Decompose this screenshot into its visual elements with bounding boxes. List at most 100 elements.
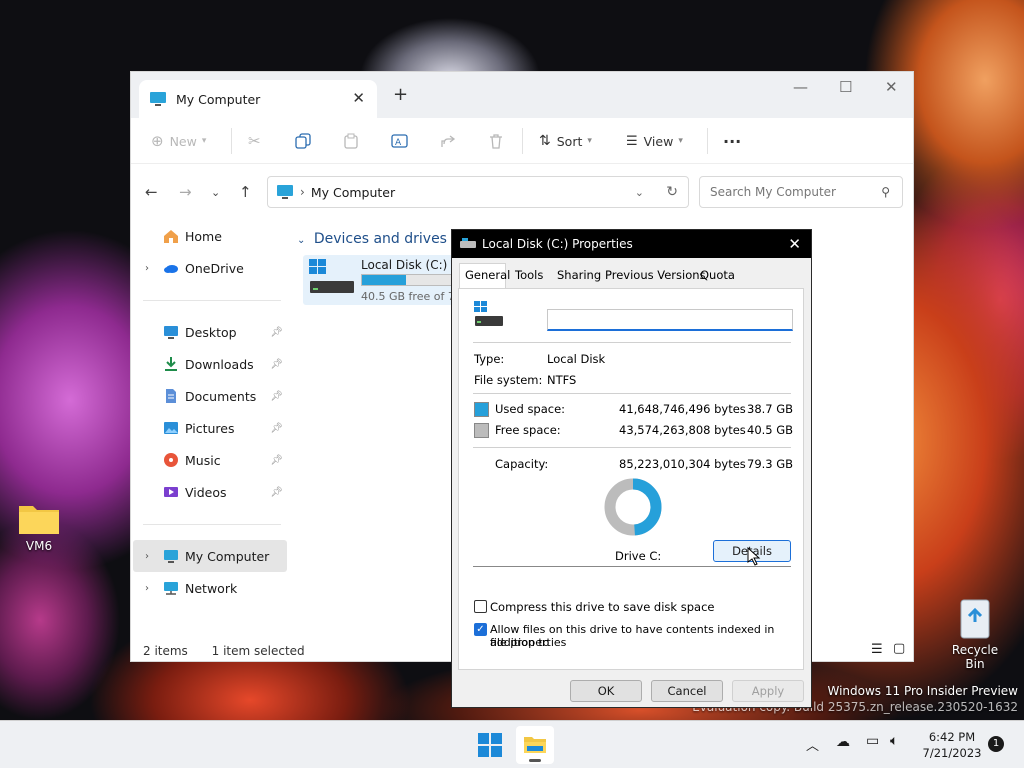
details-view-icon[interactable]: ☰ (871, 642, 883, 657)
index-checkbox[interactable]: ✓ (474, 623, 487, 636)
ok-button[interactable]: OK (570, 680, 642, 702)
expand-chevron-icon[interactable]: › (145, 583, 149, 594)
sidebar-item-network[interactable]: › Network (139, 574, 287, 602)
refresh-icon[interactable]: ↻ (666, 184, 678, 200)
paste-icon (344, 133, 358, 149)
apply-button[interactable]: Apply (732, 680, 804, 702)
compress-label: Compress this drive to save disk space (490, 600, 715, 614)
sidebar-item-home[interactable]: Home (139, 222, 287, 250)
cut-button[interactable]: ✂ (248, 128, 261, 154)
chevron-down-icon: ▾ (201, 136, 207, 146)
toolbar: ⊕ New ▾ ✂ A ⇅ Sort ▾ ☰ View ▾ ··· (131, 118, 913, 164)
share-icon (441, 135, 456, 147)
start-icon[interactable] (478, 733, 502, 757)
volume-icon[interactable]: 🔈︎ (890, 733, 898, 749)
sidebar-item-label: Music (185, 452, 221, 468)
desktop-folder-icon[interactable]: VM6 (14, 500, 64, 562)
hard-drive-icon (310, 281, 354, 293)
free-label: Free space: (495, 423, 561, 437)
back-icon[interactable]: ← (145, 183, 158, 201)
drive-icon (460, 238, 476, 248)
pin-icon: 📌︎ (270, 390, 283, 402)
share-button[interactable] (440, 128, 456, 154)
breadcrumb-chevron-icon: › (300, 185, 305, 199)
pin-icon: 📌︎ (270, 358, 283, 370)
copy-button[interactable] (295, 128, 311, 154)
notification-badge[interactable]: 1 (988, 736, 1004, 752)
address-dropdown-icon[interactable]: ⌄ (635, 186, 644, 199)
sidebar-item-documents[interactable]: Documents 📌︎ (139, 382, 287, 410)
pin-icon: 📌︎ (270, 454, 283, 466)
section-header-label: Devices and drives (313, 231, 447, 247)
section-header[interactable]: ⌄ Devices and drives (297, 231, 447, 247)
sidebar-item-music[interactable]: Music 📌︎ (139, 446, 287, 474)
paste-button[interactable] (343, 128, 359, 154)
tiles-view-icon[interactable]: ▢ (893, 641, 905, 656)
expand-chevron-icon[interactable]: › (145, 263, 149, 274)
ok-label: OK (597, 684, 615, 698)
recent-chevron-icon[interactable]: ⌄ (211, 186, 220, 199)
volume-label-input[interactable] (547, 309, 793, 331)
drive-tile-c[interactable]: Local Disk (C:) 40.5 GB free of 79 (303, 255, 462, 305)
drive-name: Local Disk (C:) (361, 258, 448, 272)
general-panel: Type: Local Disk File system: NTFS Used … (458, 288, 804, 670)
forward-icon[interactable]: → (179, 183, 192, 201)
dialog-title-bar: Local Disk (C:) Properties ✕ (452, 230, 811, 258)
dialog-title: Local Disk (C:) Properties (482, 237, 633, 251)
close-tab-icon[interactable]: ✕ (352, 89, 365, 107)
tab-sharing[interactable]: Sharing (557, 268, 601, 282)
tab-my-computer[interactable]: My Computer ✕ (139, 80, 377, 118)
folder-icon (524, 737, 546, 753)
search-icon: ⚲ (881, 185, 890, 199)
disk-usage-donut (604, 478, 662, 536)
recycle-bin[interactable]: Recycle Bin (942, 596, 1008, 671)
network-tray-icon[interactable]: ▭ (866, 733, 879, 749)
delete-button[interactable] (488, 128, 504, 154)
search-input[interactable]: Search My Computer ⚲ (699, 176, 903, 208)
computer-icon (150, 92, 166, 106)
compress-checkbox[interactable] (474, 600, 487, 613)
maximize-icon[interactable]: ☐ (839, 78, 852, 96)
sidebar-item-videos[interactable]: Videos 📌︎ (139, 478, 287, 506)
sidebar-item-pictures[interactable]: Pictures 📌︎ (139, 414, 287, 442)
type-label: Type: (474, 352, 505, 366)
cancel-button[interactable]: Cancel (651, 680, 723, 702)
trash-icon (490, 134, 502, 149)
close-dialog-icon[interactable]: ✕ (788, 235, 801, 253)
close-window-icon[interactable]: ✕ (885, 78, 898, 96)
tab-tools[interactable]: Tools (515, 268, 543, 282)
view-icon: ☰ (626, 133, 638, 149)
sidebar-item-label: Videos (185, 484, 227, 500)
sidebar-item-downloads[interactable]: Downloads 📌︎ (139, 350, 287, 378)
address-bar[interactable]: › My Computer ⌄ ↻ (267, 176, 689, 208)
sort-button[interactable]: ⇅ Sort ▾ (539, 128, 592, 154)
download-icon (165, 357, 177, 371)
sidebar-item-onedrive[interactable]: › OneDrive (139, 254, 287, 282)
cloud-offline-icon[interactable]: ☁︎ (836, 734, 850, 750)
rename-button[interactable]: A (391, 128, 408, 154)
sidebar-item-label: Home (185, 228, 222, 244)
fs-label: File system: (474, 373, 543, 387)
sidebar-item-label: My Computer (185, 548, 270, 564)
new-tab-icon[interactable]: + (393, 84, 408, 105)
tab-quota[interactable]: Quota (700, 268, 735, 282)
clock[interactable]: 6:42 PM 7/21/2023 (920, 729, 984, 761)
taskbar: ︿ ☁︎ ▭ 🔈︎ 6:42 PM 7/21/2023 1 (0, 720, 1024, 768)
cloud-icon (164, 265, 178, 273)
view-button[interactable]: ☰ View ▾ (626, 128, 683, 154)
up-icon[interactable]: ↑ (239, 183, 252, 201)
tray-chevron-icon[interactable]: ︿ (806, 735, 819, 754)
file-explorer-taskbar-button[interactable] (516, 726, 554, 764)
free-gb: 40.5 GB (747, 423, 794, 437)
sidebar-item-desktop[interactable]: Desktop 📌︎ (139, 318, 287, 346)
tab-previous-versions[interactable]: Previous Versions (605, 268, 706, 282)
used-gb: 38.7 GB (747, 402, 794, 416)
expand-chevron-icon[interactable]: › (145, 551, 149, 562)
capacity-bytes: 85,223,010,304 bytes (619, 457, 746, 471)
minimize-icon[interactable]: — (793, 78, 808, 96)
new-button[interactable]: ⊕ New ▾ (151, 128, 206, 154)
sidebar-item-my-computer[interactable]: › My Computer (133, 540, 287, 572)
title-bar: My Computer ✕ + — ☐ ✕ (131, 72, 913, 118)
more-options-icon[interactable]: ··· (723, 128, 741, 154)
search-placeholder: Search My Computer (710, 185, 836, 199)
